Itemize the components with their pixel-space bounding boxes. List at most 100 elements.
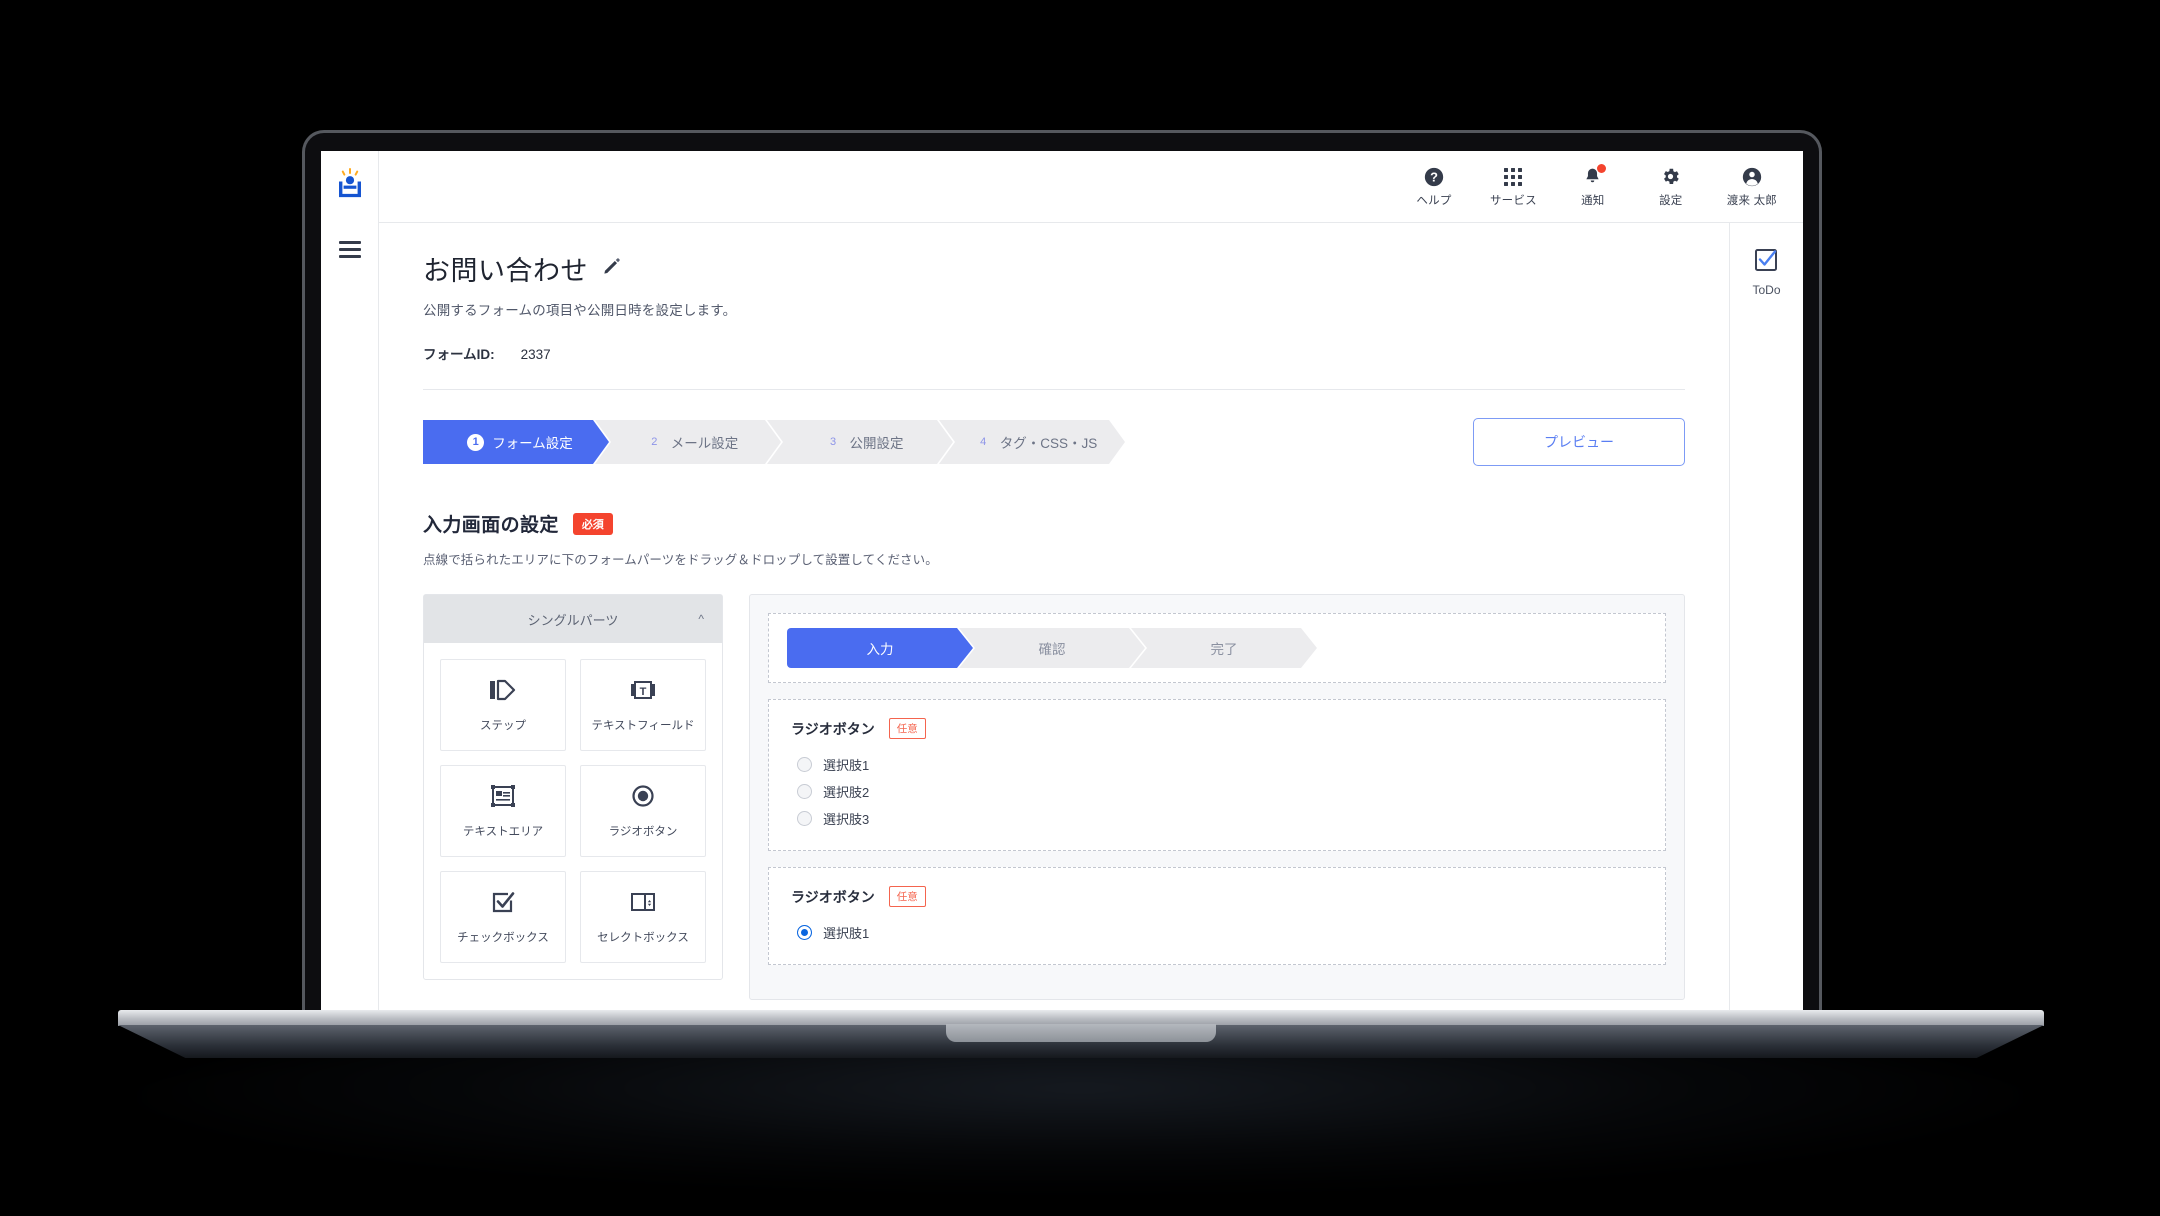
section-description: 点線で括られたエリアに下のフォームパーツをドラッグ＆ドロップして設置してください… bbox=[423, 553, 938, 567]
laptop-base bbox=[118, 1010, 2044, 1058]
application-window: ? ヘルプ サービス 通知 設定 渡来 太郎 お問い合わせ 公開するフォームの項… bbox=[321, 151, 1803, 1020]
preview-button[interactable]: プレビュー bbox=[1473, 418, 1685, 466]
wizard-step-3[interactable]: 3 公開設定 bbox=[767, 420, 953, 464]
dropzone-field-1[interactable]: ラジオボタン 任意 選択肢1 選択肢2 選択肢3 bbox=[768, 699, 1666, 851]
page-subtitle: 公開するフォームの項目や公開日時を設定します。 bbox=[423, 303, 737, 318]
parts-palette: シングルパーツ ^ ステップ T テキストフィールド テキストエリア ラジオボタ… bbox=[423, 594, 723, 980]
wizard-step-2[interactable]: 2 メール設定 bbox=[595, 420, 781, 464]
field-1-header: ラジオボタン 任意 bbox=[791, 718, 1643, 739]
field-2-option-1[interactable]: 選択肢1 bbox=[791, 919, 1643, 946]
help-icon: ? bbox=[1423, 166, 1445, 188]
palette-part-text-field-label: テキストフィールド bbox=[591, 720, 695, 732]
dropzone-field-2[interactable]: ラジオボタン 任意 選択肢1 bbox=[768, 867, 1666, 965]
chevron-up-icon[interactable]: ^ bbox=[698, 612, 704, 626]
wizard-step-4-number: 4 bbox=[980, 436, 987, 448]
field-2-optional-badge: 任意 bbox=[888, 886, 926, 907]
radio-unchecked-icon bbox=[797, 784, 812, 799]
topbar-item-notifications[interactable]: 通知 bbox=[1571, 163, 1615, 208]
palette-part-radio-button[interactable]: ラジオボタン bbox=[580, 765, 706, 857]
topbar-label-settings: 設定 bbox=[1659, 194, 1683, 207]
pencil-icon[interactable] bbox=[602, 257, 621, 281]
topbar-label-notifications: 通知 bbox=[1581, 194, 1605, 207]
laptop-lid: ? ヘルプ サービス 通知 設定 渡来 太郎 お問い合わせ 公開するフォームの項… bbox=[302, 130, 1822, 1020]
svg-text:T: T bbox=[640, 686, 647, 698]
field-2-option-1-label: 選択肢1 bbox=[823, 926, 870, 941]
preview-step-confirm[interactable]: 確認 bbox=[959, 628, 1145, 668]
wizard-step-1[interactable]: 1 フォーム設定 bbox=[423, 420, 609, 464]
wizard-step-1-number: 1 bbox=[467, 434, 484, 451]
field-2-label: ラジオボタン bbox=[791, 888, 875, 905]
apps-grid-icon bbox=[1503, 166, 1523, 188]
checkbox-check-icon bbox=[1753, 247, 1779, 278]
topbar-label-help: ヘルプ bbox=[1416, 194, 1452, 207]
text-area-icon bbox=[488, 783, 518, 814]
todo-label: ToDo bbox=[1752, 283, 1781, 297]
select-box-icon bbox=[628, 889, 658, 920]
palette-part-checkbox[interactable]: チェックボックス bbox=[440, 871, 566, 963]
topbar-label-user: 渡来 太郎 bbox=[1726, 194, 1777, 207]
user-avatar-icon bbox=[1741, 166, 1763, 188]
form-id-label: フォームID: bbox=[423, 347, 495, 362]
wizard-step-4-label: タグ・CSS・JS bbox=[999, 436, 1098, 451]
wizard-step-3-label: 公開設定 bbox=[849, 436, 904, 451]
menu-toggle-icon[interactable] bbox=[338, 241, 361, 258]
screenshot-stage: ? ヘルプ サービス 通知 設定 渡来 太郎 お問い合わせ 公開するフォームの項… bbox=[0, 0, 2160, 1216]
palette-part-text-area[interactable]: テキストエリア bbox=[440, 765, 566, 857]
form-canvas: 入力 確認 完了 ラジオボタン 任意 選択肢1 選択肢2 選択肢3 ラジオボタン… bbox=[749, 594, 1685, 1000]
right-rail: ToDo bbox=[1729, 223, 1803, 1020]
laptop-base-notch bbox=[946, 1024, 1216, 1042]
field-2-header: ラジオボタン 任意 bbox=[791, 886, 1643, 907]
palette-part-step[interactable]: ステップ bbox=[440, 659, 566, 751]
topbar-item-settings[interactable]: 設定 bbox=[1649, 166, 1693, 208]
field-1-option-3-label: 選択肢3 bbox=[823, 812, 870, 827]
notification-badge bbox=[1597, 163, 1607, 173]
wizard-step-3-number: 3 bbox=[829, 436, 837, 448]
topbar-label-services: サービス bbox=[1489, 194, 1537, 207]
page-title: お問い合わせ bbox=[423, 256, 588, 286]
laptop-screen: ? ヘルプ サービス 通知 設定 渡来 太郎 お問い合わせ 公開するフォームの項… bbox=[321, 151, 1803, 1020]
main-column: ? ヘルプ サービス 通知 設定 渡来 太郎 お問い合わせ 公開するフォームの項… bbox=[379, 151, 1803, 1020]
form-id-row: フォームID: 2337 bbox=[423, 343, 1685, 363]
app-logo-icon[interactable] bbox=[333, 167, 367, 201]
radio-unchecked-icon bbox=[797, 811, 812, 826]
palette-part-select-box[interactable]: セレクトボックス bbox=[580, 871, 706, 963]
preview-step-complete[interactable]: 完了 bbox=[1131, 628, 1317, 668]
todo-widget[interactable]: ToDo bbox=[1752, 247, 1781, 297]
palette-part-checkbox-label: チェックボックス bbox=[457, 932, 549, 944]
topbar-item-services[interactable]: サービス bbox=[1490, 166, 1537, 208]
field-1-option-1[interactable]: 選択肢1 bbox=[791, 751, 1643, 778]
checkbox-icon bbox=[488, 889, 518, 920]
field-1-option-2[interactable]: 選択肢2 bbox=[791, 778, 1643, 805]
step-icon bbox=[488, 677, 518, 708]
field-1-option-1-label: 選択肢1 bbox=[823, 758, 870, 773]
page-content: お問い合わせ 公開するフォームの項目や公開日時を設定します。 フォームID: 2… bbox=[379, 223, 1729, 1020]
form-builder: シングルパーツ ^ ステップ T テキストフィールド テキストエリア ラジオボタ… bbox=[423, 594, 1685, 1000]
radio-button-icon bbox=[628, 783, 658, 814]
section-title: 入力画面の設定 bbox=[423, 515, 559, 536]
wizard-stepper: 1 フォーム設定 2 メール設定 3 公開設定 4 タグ・CSS・JS bbox=[423, 420, 1125, 464]
wizard-step-4[interactable]: 4 タグ・CSS・JS bbox=[939, 420, 1125, 464]
top-bar: ? ヘルプ サービス 通知 設定 渡来 太郎 bbox=[379, 151, 1803, 223]
text-field-icon: T bbox=[628, 677, 658, 708]
field-1-option-3[interactable]: 選択肢3 bbox=[791, 805, 1643, 832]
wizard-step-2-label: メール設定 bbox=[670, 436, 739, 451]
preview-step-input[interactable]: 入力 bbox=[787, 628, 973, 668]
topbar-item-user[interactable]: 渡来 太郎 bbox=[1727, 166, 1777, 208]
section-header: 入力画面の設定 必須 bbox=[423, 510, 1685, 537]
preview-step-bar: 入力 確認 完了 bbox=[787, 628, 1647, 668]
dropzone-steps[interactable]: 入力 確認 完了 bbox=[768, 613, 1666, 683]
page-title-row: お問い合わせ bbox=[423, 249, 1685, 288]
palette-part-step-label: ステップ bbox=[480, 720, 526, 732]
bell-icon bbox=[1582, 163, 1607, 188]
gear-icon bbox=[1660, 166, 1681, 188]
palette-part-text-field[interactable]: T テキストフィールド bbox=[580, 659, 706, 751]
form-id-value: 2337 bbox=[520, 347, 551, 362]
palette-header-label: シングルパーツ bbox=[527, 612, 619, 628]
header-divider bbox=[423, 389, 1685, 390]
palette-part-text-area-label: テキストエリア bbox=[462, 826, 544, 838]
topbar-item-help[interactable]: ? ヘルプ bbox=[1412, 166, 1456, 208]
body-row: お問い合わせ 公開するフォームの項目や公開日時を設定します。 フォームID: 2… bbox=[379, 223, 1803, 1020]
field-1-optional-badge: 任意 bbox=[888, 718, 926, 739]
palette-header[interactable]: シングルパーツ ^ bbox=[424, 595, 722, 643]
left-rail bbox=[321, 151, 379, 1020]
